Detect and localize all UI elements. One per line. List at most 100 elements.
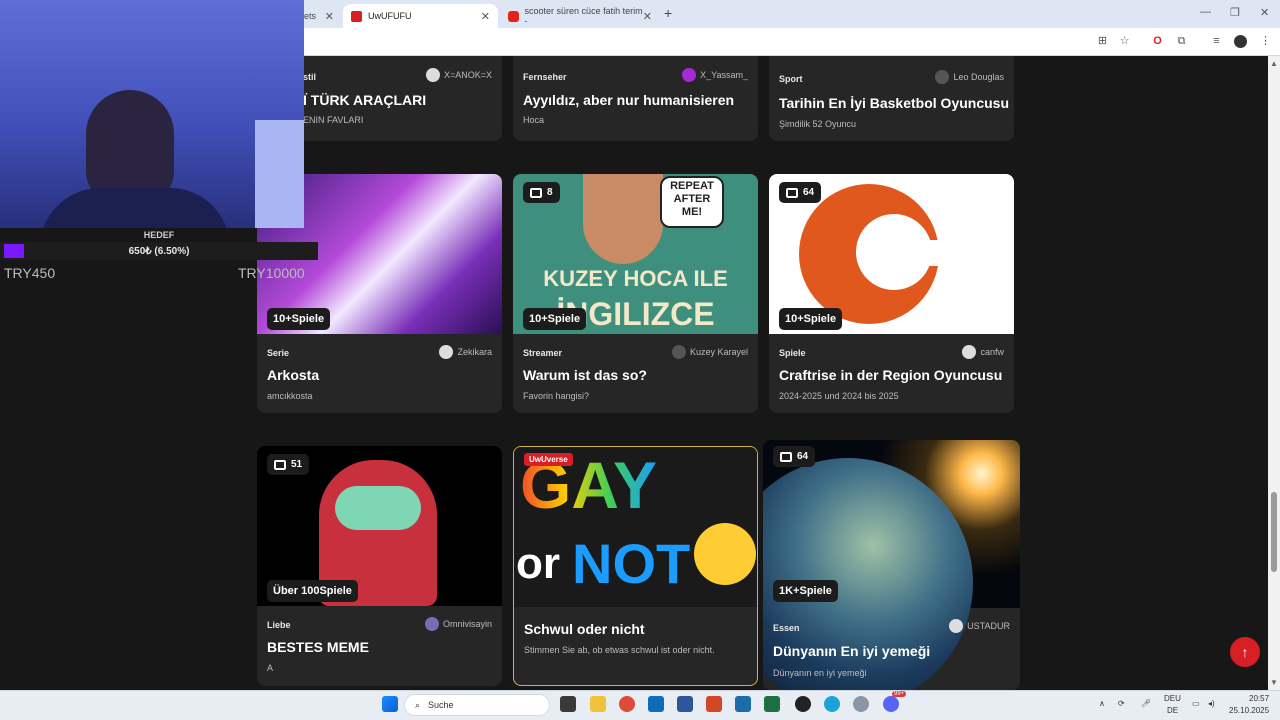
card-desc: amcıkkosta [267,391,313,401]
store-icon[interactable] [735,696,751,712]
goal-label: HEDEF [143,230,175,240]
cards-icon [274,459,286,470]
volume-icon[interactable]: ◂) [1208,699,1215,708]
discord-icon[interactable] [883,696,899,712]
clock-date[interactable]: 25.10.2025 [1229,706,1269,715]
tab-uwufufu[interactable]: UwUFUFU ✕ [343,4,498,28]
user-avatar-icon [949,619,964,633]
count-value: 8 [547,187,553,198]
spiele-badge: Über 100Spiele [267,580,358,602]
outlook-icon[interactable] [648,696,664,712]
card-author[interactable]: X_Yassam_ [682,68,748,82]
scroll-down-icon[interactable]: ▼ [1270,678,1278,687]
notification-badge: 99+ [892,691,907,697]
opera-icon[interactable]: O [1151,35,1164,48]
bubble-line: ME! [681,206,703,218]
author-name: Kuzey Karayel [689,347,748,357]
windows-start-icon[interactable] [382,696,398,712]
scrollbar-thumb[interactable] [1271,492,1277,572]
card-title: Dünyanın En iyi yemeği [773,643,931,659]
game-card[interactable]: 64 10+Spiele Spiele canfw Craftrise in d… [769,174,1014,413]
card-author[interactable]: Leo Douglas [935,70,1004,84]
microphone-icon[interactable]: 🎤︎ [1141,699,1151,708]
youtube-icon [508,10,519,22]
user-avatar-icon [682,68,697,82]
close-tab-icon[interactable]: ✕ [325,10,334,23]
language-top[interactable]: DEU [1164,694,1181,703]
new-tab-button[interactable]: + [664,5,672,21]
powerpoint-icon[interactable] [706,696,722,712]
card-thumbnail[interactable]: GAY or NOT [514,447,757,607]
speech-bubble: REPEAT AFTER ME! [660,176,724,228]
language-bottom[interactable]: DE [1167,706,1178,715]
extensions-icon[interactable]: ⧉ [1175,35,1188,48]
excel-icon[interactable] [764,696,780,712]
card-author[interactable]: Omnivisayin [424,617,492,631]
scrollbar-track[interactable] [1268,56,1280,690]
author-name: canfw [980,347,1004,357]
card-title: Craftrise in der Region Oyuncusu [779,367,1003,383]
goal-min: TRY450 [4,265,56,281]
card-desc: A [267,663,274,673]
word-icon[interactable] [677,696,693,712]
user-avatar-icon [424,617,439,631]
count-badge: 64 [773,446,816,467]
clock-time[interactable]: 20:57 [1249,694,1269,703]
tray-chevron-icon[interactable]: ∧ [1099,699,1105,708]
search-label: Suche [428,700,454,710]
obs-icon[interactable] [795,696,811,712]
count-value: 51 [291,459,303,470]
search-icon: ⌕ [415,699,421,710]
card-author[interactable]: Zekikara [439,345,492,359]
card-author[interactable]: Kuzey Karayel [671,345,748,359]
file-explorer-icon[interactable] [590,696,606,712]
scroll-up-icon[interactable]: ▲ [1270,59,1278,68]
profile-avatar-icon[interactable] [1234,35,1247,48]
card-author[interactable]: X=ANOK=X [425,68,492,82]
edge-icon[interactable] [824,696,840,712]
game-card[interactable]: 51 Über 100Spiele Liebe Omnivisayin BEST… [257,446,502,686]
media-icon[interactable]: ≡ [1210,35,1223,48]
tray-sync-icon[interactable]: ⟳ [1118,699,1125,708]
goal-progress-text: 650₺ (6.50%) [128,246,190,257]
minimize-icon[interactable]: — [1200,6,1211,18]
game-card[interactable]: Sport Leo Douglas Tarihin En İyi Basketb… [769,56,1014,141]
card-category: Essen [773,623,800,633]
card-desc: Stimmen Sie ab, ob etwas schwul ist oder… [524,645,715,655]
card-author[interactable]: canfw [962,345,1004,359]
card-title: Arkosta [267,367,320,383]
display-icon[interactable]: ▭ [1192,699,1200,708]
back-to-top-button[interactable]: ↑ [1230,637,1260,667]
close-tab-icon[interactable]: ✕ [481,10,490,23]
game-card[interactable]: REPEAT AFTER ME! KUZEY HOCA ILE İNGILIZC… [513,174,758,413]
menu-kebab-icon[interactable]: ⋮ [1259,35,1272,48]
game-card[interactable]: GAY or NOT UwUverse Schwul oder nicht St… [513,446,758,686]
chrome-icon[interactable] [619,696,635,712]
game-card[interactable]: 64 1K+Spiele Essen USTADUR Dünyanın En i… [763,440,1020,690]
count-badge: 8 [523,182,560,203]
close-window-icon[interactable]: ✕ [1260,6,1269,19]
author-name: Zekikara [457,347,492,357]
task-view-icon[interactable] [560,696,576,712]
tab-label: scooter süren cüce fatih terim - [524,6,643,26]
cards-icon [786,187,798,198]
card-desc: Favorin hangisi? [523,391,590,401]
author-name: X_Yassam_ [700,70,748,80]
windows-taskbar [0,690,1280,720]
count-badge: 51 [267,454,310,475]
maximize-icon[interactable]: ❐ [1230,6,1240,19]
card-title: Schwul oder nicht [524,621,645,637]
card-author[interactable]: USTADUR [949,619,1010,633]
background-panel-shape [255,120,304,228]
close-tab-icon[interactable]: ✕ [643,10,652,23]
card-desc: Dünyanın en iyi yemeği [773,668,867,678]
person-face-shape [583,174,663,264]
game-card[interactable]: Fernseher X_Yassam_ Ayyıldız, aber nur h… [513,56,758,141]
tab-youtube[interactable]: scooter süren cüce fatih terim - ✕ [500,4,660,28]
bookmark-star-icon[interactable]: ☆ [1118,35,1131,48]
card-title: Ï TÜRK ARAÇLARI [303,92,427,108]
taskbar-search[interactable]: ⌕ Suche [404,694,550,716]
settings-gear-icon[interactable] [853,696,869,712]
translate-icon[interactable]: ⊞ [1096,35,1109,48]
count-value: 64 [797,451,809,462]
